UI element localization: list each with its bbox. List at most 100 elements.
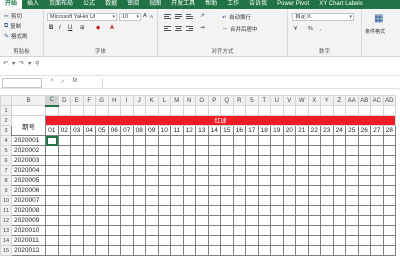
cell[interactable] [132, 105, 146, 116]
ball-cell[interactable] [70, 225, 84, 236]
ball-cell[interactable] [132, 155, 146, 166]
ball-cell[interactable] [345, 205, 359, 216]
ball-cell[interactable] [70, 145, 84, 156]
ball-cell[interactable] [370, 235, 384, 246]
ball-cell[interactable] [220, 195, 234, 206]
underline-button[interactable]: U [68, 25, 72, 31]
ball-cell[interactable] [195, 245, 209, 256]
ball-cell[interactable] [107, 195, 121, 206]
ball-cell[interactable] [170, 135, 184, 146]
row-header[interactable]: 14 [0, 235, 12, 246]
ball-cell[interactable] [345, 155, 359, 166]
ball-cell[interactable] [132, 175, 146, 186]
period-cell[interactable]: 2020012 [11, 245, 46, 256]
ball-cell[interactable] [120, 195, 134, 206]
percent-button[interactable]: % [308, 26, 313, 32]
ball-cell[interactable] [307, 195, 321, 206]
ball-cell[interactable] [120, 215, 134, 226]
ball-cell[interactable] [107, 245, 121, 256]
cell[interactable] [332, 105, 346, 116]
formula-input[interactable] [102, 78, 398, 88]
row-header[interactable]: 4 [0, 135, 12, 146]
ball-cell[interactable] [382, 155, 396, 166]
column-header[interactable]: Y [320, 95, 334, 106]
column-header[interactable]: D [57, 95, 71, 106]
ball-cell[interactable] [345, 165, 359, 176]
cell[interactable] [232, 105, 246, 116]
period-cell[interactable]: 2020004 [11, 165, 46, 176]
ball-cell[interactable] [332, 205, 346, 216]
cell[interactable] [45, 105, 59, 116]
cell[interactable] [107, 105, 121, 116]
ball-cell[interactable] [95, 235, 109, 246]
ball-cell[interactable] [320, 195, 334, 206]
ball-cell[interactable] [370, 225, 384, 236]
ball-cell[interactable] [120, 155, 134, 166]
ball-cell[interactable] [145, 235, 159, 246]
ball-cell[interactable] [270, 165, 284, 176]
align-right-icon[interactable] [186, 26, 193, 32]
ball-cell[interactable] [120, 145, 134, 156]
column-header[interactable]: T [257, 95, 271, 106]
ball-cell[interactable] [145, 155, 159, 166]
cell[interactable] [95, 105, 109, 116]
ball-cell[interactable] [370, 205, 384, 216]
ball-cell[interactable] [345, 135, 359, 146]
ball-cell[interactable] [45, 135, 59, 146]
undo-icon[interactable]: ↶ [3, 60, 8, 67]
ball-cell[interactable] [207, 245, 221, 256]
ball-cell[interactable] [120, 165, 134, 176]
ball-cell[interactable] [182, 185, 196, 196]
column-header[interactable]: V [282, 95, 296, 106]
ball-cell[interactable] [182, 155, 196, 166]
row-header[interactable]: 10 [0, 195, 12, 206]
ball-cell[interactable] [182, 135, 196, 146]
ball-cell[interactable] [145, 165, 159, 176]
column-header[interactable]: AB [357, 95, 371, 106]
ball-cell[interactable] [220, 245, 234, 256]
ball-cell[interactable] [332, 145, 346, 156]
grow-font-button[interactable]: A [143, 13, 147, 19]
ball-cell[interactable] [232, 215, 246, 226]
ball-cell[interactable] [120, 175, 134, 186]
ball-cell[interactable] [145, 175, 159, 186]
ball-cell[interactable] [332, 185, 346, 196]
select-all-corner[interactable] [0, 95, 12, 106]
period-cell[interactable]: 2020011 [11, 235, 46, 246]
ribbon-tab[interactable]: 审阅 [122, 0, 144, 9]
ball-cell[interactable] [307, 135, 321, 146]
ball-cell[interactable] [207, 205, 221, 216]
ball-cell[interactable] [382, 165, 396, 176]
align-top-icon[interactable] [164, 14, 171, 20]
ball-cell[interactable] [132, 145, 146, 156]
ball-cell[interactable] [220, 235, 234, 246]
column-header[interactable]: L [157, 95, 171, 106]
ball-cell[interactable] [107, 135, 121, 146]
ball-cell[interactable] [232, 135, 246, 146]
row-header[interactable]: 11 [0, 205, 12, 216]
ball-cell[interactable] [157, 215, 171, 226]
period-cell[interactable]: 2020009 [11, 215, 46, 226]
column-header[interactable]: O [195, 95, 209, 106]
ball-cell[interactable] [245, 145, 259, 156]
ball-cell[interactable] [370, 185, 384, 196]
ball-cell[interactable] [282, 145, 296, 156]
ball-cell[interactable] [295, 175, 309, 186]
ball-cell[interactable] [132, 135, 146, 146]
ball-cell[interactable] [245, 195, 259, 206]
ball-cell[interactable] [332, 195, 346, 206]
ball-cell[interactable] [145, 245, 159, 256]
ball-cell[interactable] [145, 195, 159, 206]
redo-icon[interactable]: ↷ [19, 60, 24, 67]
ball-cell[interactable] [95, 155, 109, 166]
ball-cell[interactable] [270, 155, 284, 166]
ball-cell[interactable] [120, 225, 134, 236]
cell[interactable] [207, 105, 221, 116]
ball-cell[interactable] [357, 145, 371, 156]
ball-cell[interactable] [357, 215, 371, 226]
column-header[interactable]: H [107, 95, 121, 106]
ball-cell[interactable] [357, 185, 371, 196]
ball-cell[interactable] [82, 185, 96, 196]
cell[interactable] [357, 105, 371, 116]
ball-number-header[interactable]: 07 [120, 125, 134, 136]
